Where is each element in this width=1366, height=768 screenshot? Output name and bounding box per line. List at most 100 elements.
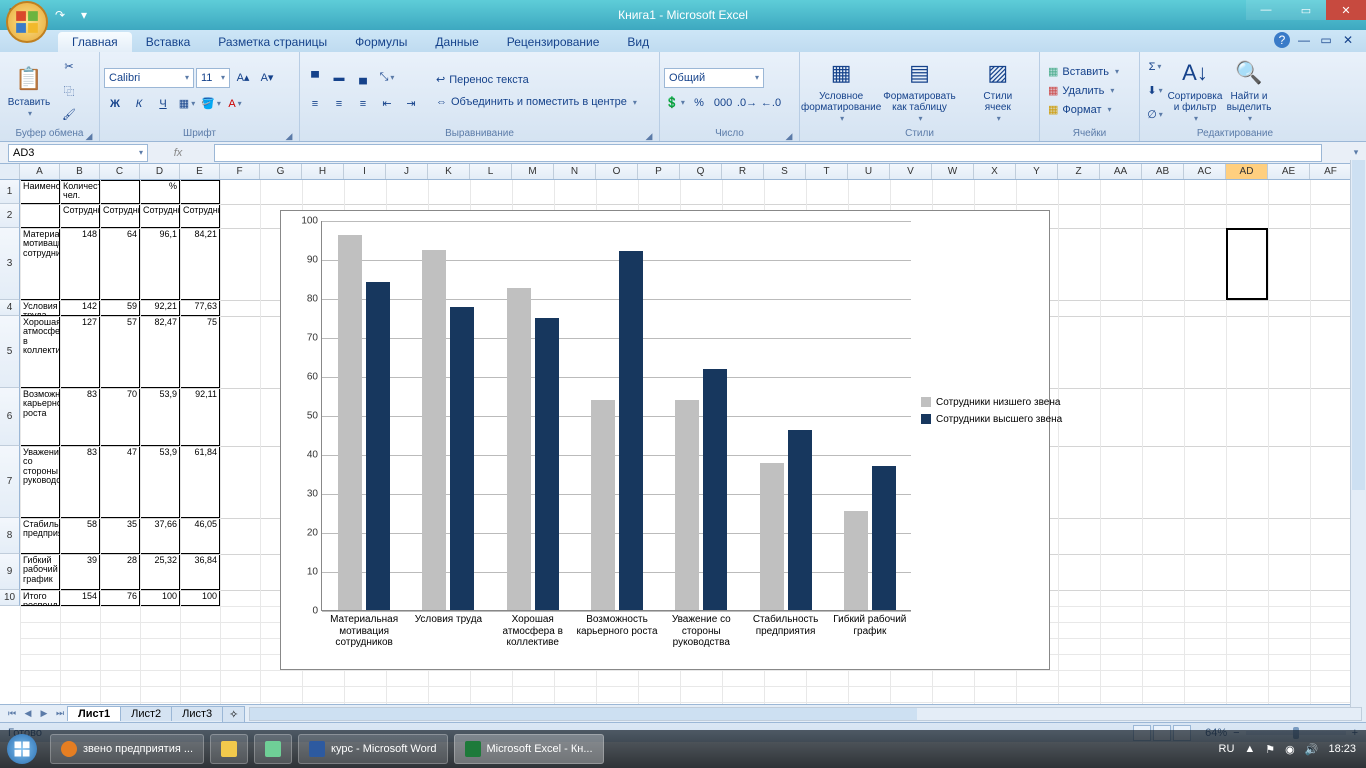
col-header-L[interactable]: L — [470, 164, 512, 179]
cell[interactable]: Наименование — [20, 180, 60, 204]
minimize-button[interactable]: — — [1246, 0, 1286, 20]
col-header-P[interactable]: P — [638, 164, 680, 179]
cell[interactable]: Сотрудники — [140, 204, 180, 228]
cell[interactable]: 148 — [60, 228, 100, 300]
tab-formulas[interactable]: Формулы — [341, 32, 421, 52]
grow-font-icon[interactable]: A▴ — [232, 67, 254, 89]
ribbon-minimize-icon[interactable]: — — [1296, 32, 1312, 48]
row-header-9[interactable]: 9 — [0, 554, 20, 590]
new-sheet-button[interactable]: ✧ — [222, 706, 245, 722]
horizontal-scrollbar[interactable] — [249, 707, 1362, 721]
vertical-scrollbar[interactable] — [1350, 160, 1366, 710]
ribbon-restore-icon[interactable]: ▭ — [1318, 32, 1334, 48]
row-header-3[interactable]: 3 — [0, 228, 20, 300]
redo-icon[interactable]: ↷ — [52, 7, 68, 23]
formula-input[interactable] — [214, 144, 1322, 162]
qat-menu-icon[interactable]: ▾ — [76, 7, 92, 23]
col-header-AA[interactable]: AA — [1100, 164, 1142, 179]
col-header-AF[interactable]: AF — [1310, 164, 1352, 179]
cell[interactable]: 39 — [60, 554, 100, 590]
help-icon[interactable]: ? — [1274, 32, 1290, 48]
tab-view[interactable]: Вид — [613, 32, 663, 52]
maximize-button[interactable]: ▭ — [1286, 0, 1326, 20]
align-left-icon[interactable]: ≡ — [304, 93, 326, 115]
chart[interactable]: 0102030405060708090100Материальная мотив… — [280, 210, 1050, 670]
cell[interactable]: 46,05 — [180, 518, 220, 554]
fill-color-icon[interactable]: 🪣▾ — [200, 93, 222, 115]
name-box[interactable]: AD3▾ — [8, 144, 148, 162]
cell[interactable]: Сотрудники — [180, 204, 220, 228]
cell[interactable]: 75 — [180, 316, 220, 388]
clear-icon[interactable]: ∅▾ — [1144, 104, 1166, 126]
col-header-AB[interactable]: AB — [1142, 164, 1184, 179]
ribbon-close-icon[interactable]: ✕ — [1340, 32, 1356, 48]
number-format-combo[interactable]: Общий▾ — [664, 68, 764, 88]
cell[interactable]: 76 — [100, 590, 140, 606]
cell[interactable]: Возможность карьерного роста — [20, 388, 60, 446]
cell[interactable]: Условия труда — [20, 300, 60, 316]
col-header-U[interactable]: U — [848, 164, 890, 179]
tray-lang[interactable]: RU — [1219, 743, 1235, 755]
copy-icon[interactable]: ⿻ — [58, 80, 80, 102]
tab-insert[interactable]: Вставка — [132, 32, 205, 52]
taskbar-item-explorer[interactable] — [210, 734, 248, 764]
cell[interactable] — [100, 180, 140, 204]
increase-decimal-icon[interactable]: .0→ — [736, 92, 758, 114]
col-header-B[interactable]: B — [60, 164, 100, 179]
cell[interactable]: 64 — [100, 228, 140, 300]
cell[interactable]: 83 — [60, 446, 100, 518]
clipboard-dialog-launcher[interactable]: ◢ — [83, 129, 95, 141]
align-top-icon[interactable]: ▀ — [304, 67, 326, 89]
tray-volume-icon[interactable]: 🔊 — [1305, 743, 1319, 756]
tab-next-icon[interactable]: ▶ — [36, 708, 52, 719]
col-header-D[interactable]: D — [140, 164, 180, 179]
cell-styles-button[interactable]: ▨Стили ячеек▾ — [973, 57, 1023, 124]
col-header-O[interactable]: O — [596, 164, 638, 179]
cell[interactable]: 142 — [60, 300, 100, 316]
align-right-icon[interactable]: ≡ — [352, 93, 374, 115]
row-header-6[interactable]: 6 — [0, 388, 20, 446]
col-header-R[interactable]: R — [722, 164, 764, 179]
cell[interactable]: 77,63 — [180, 300, 220, 316]
cell[interactable]: Итого респонд — [20, 590, 60, 606]
col-header-Q[interactable]: Q — [680, 164, 722, 179]
row-header-1[interactable]: 1 — [0, 180, 20, 204]
cell[interactable]: Количество чел. — [60, 180, 100, 204]
cell[interactable]: Сотрудники — [100, 204, 140, 228]
cell[interactable]: % — [140, 180, 180, 204]
merge-center-button[interactable]: ⇔Объединить и поместить в центре▾ — [432, 94, 641, 110]
col-header-I[interactable]: I — [344, 164, 386, 179]
col-header-C[interactable]: C — [100, 164, 140, 179]
start-button[interactable] — [0, 730, 44, 768]
col-header-N[interactable]: N — [554, 164, 596, 179]
underline-button[interactable]: Ч — [152, 93, 174, 115]
cell[interactable]: 70 — [100, 388, 140, 446]
cell[interactable]: 35 — [100, 518, 140, 554]
cell[interactable]: Хорошая атмосфера в коллективе — [20, 316, 60, 388]
font-dialog-launcher[interactable]: ◢ — [283, 129, 295, 141]
font-size-combo[interactable]: 11▾ — [196, 68, 230, 88]
col-header-V[interactable]: V — [890, 164, 932, 179]
currency-icon[interactable]: 💲▾ — [664, 92, 686, 114]
cell[interactable]: 36,84 — [180, 554, 220, 590]
sort-filter-button[interactable]: A↓Сортировка и фильтр▾ — [1170, 57, 1220, 124]
col-header-F[interactable]: F — [220, 164, 260, 179]
cell[interactable]: 100 — [180, 590, 220, 606]
bold-button[interactable]: Ж — [104, 93, 126, 115]
font-name-combo[interactable]: Calibri▾ — [104, 68, 194, 88]
font-color-icon[interactable]: A▾ — [224, 93, 246, 115]
row-header-10[interactable]: 10 — [0, 590, 20, 606]
col-header-M[interactable]: M — [512, 164, 554, 179]
cell[interactable]: 28 — [100, 554, 140, 590]
conditional-formatting-button[interactable]: ▦Условное форматирование▾ — [816, 57, 866, 124]
selected-cell[interactable] — [1226, 228, 1268, 300]
taskbar-item-word[interactable]: курс - Microsoft Word — [298, 734, 447, 764]
decrease-indent-icon[interactable]: ⇤ — [376, 93, 398, 115]
cell[interactable]: 83 — [60, 388, 100, 446]
cell[interactable]: 47 — [100, 446, 140, 518]
row-header-5[interactable]: 5 — [0, 316, 20, 388]
col-header-AC[interactable]: AC — [1184, 164, 1226, 179]
select-all-corner[interactable] — [0, 164, 20, 179]
col-header-Y[interactable]: Y — [1016, 164, 1058, 179]
format-painter-icon[interactable]: 🖌 — [58, 104, 80, 126]
